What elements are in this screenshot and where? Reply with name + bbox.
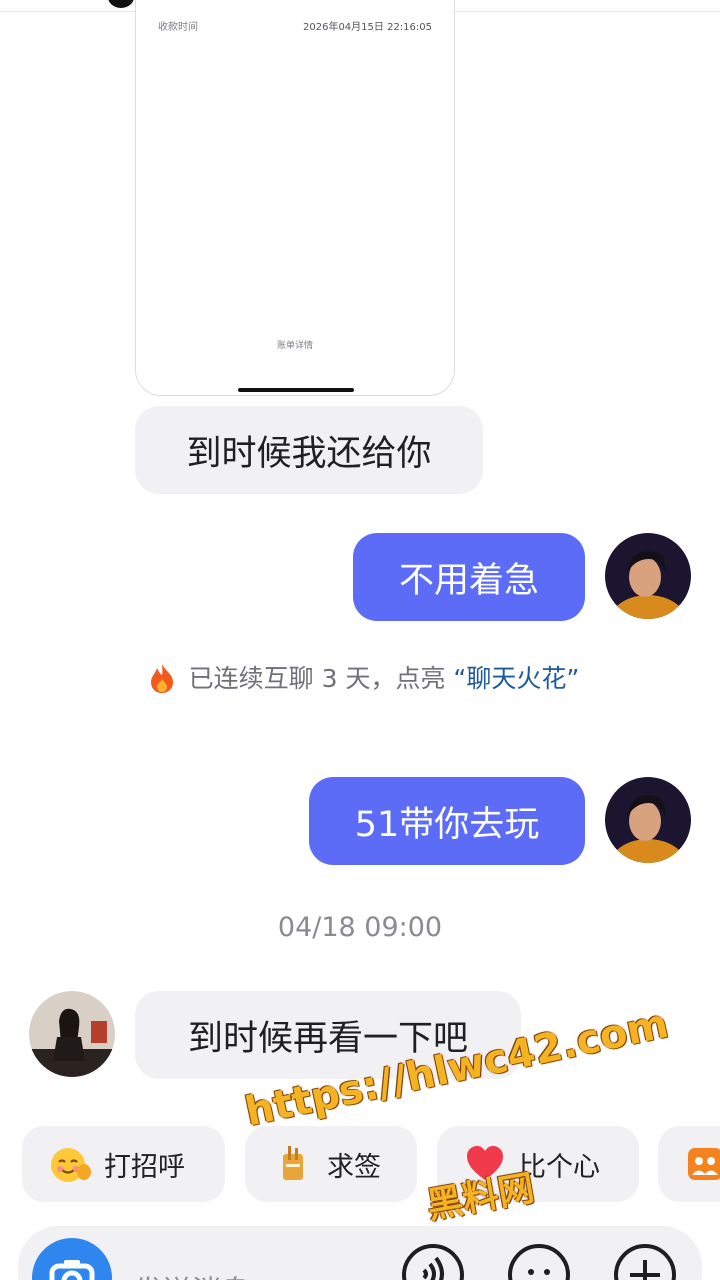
- nav-icon-fragment: [108, 0, 134, 8]
- chat-spark-link[interactable]: “聊天火花”: [453, 664, 579, 693]
- message-input-placeholder[interactable]: 发送消息: [134, 1268, 250, 1280]
- receipt-time-label: 收款时间: [158, 22, 198, 33]
- quick-reply-label: 打招呼: [104, 1151, 185, 1183]
- voice-button[interactable]: [402, 1244, 464, 1280]
- streak-text: 已连续互聊 3 天，点亮: [188, 664, 454, 693]
- fortune-icon: [283, 1146, 303, 1180]
- home-indicator-bar: [238, 388, 354, 392]
- emoji-icon: [528, 1269, 550, 1275]
- plus-icon: [630, 1260, 660, 1280]
- avatar-man-icon: [605, 533, 691, 619]
- voice-icon: [422, 1256, 444, 1280]
- quick-reply-fortune[interactable]: 求签: [245, 1126, 417, 1202]
- emoji-button[interactable]: [508, 1244, 570, 1280]
- flame-icon: [150, 664, 173, 693]
- chat-spark-notice: 已连续互聊 3 天，点亮 “聊天火花”: [134, 662, 594, 696]
- message-bubble-outgoing[interactable]: 51带你去玩: [309, 777, 585, 865]
- receipt-detail-link[interactable]: 账单详情: [136, 338, 454, 351]
- message-input-bar[interactable]: 发送消息: [18, 1226, 702, 1280]
- avatar-woman-icon: [29, 991, 115, 1077]
- payment-receipt-card[interactable]: 收款时间 2026年04月15日 22:16:05 账单详情: [135, 0, 455, 396]
- message-bubble-outgoing[interactable]: 不用着急: [353, 533, 585, 621]
- quick-reply-greet[interactable]: 打招呼: [22, 1126, 225, 1202]
- my-avatar[interactable]: [605, 777, 691, 863]
- message-timestamp: 04/18 09:00: [277, 912, 443, 943]
- camera-button[interactable]: [32, 1238, 112, 1280]
- message-bubble-incoming[interactable]: 到时候我还给你: [135, 406, 483, 494]
- more-button[interactable]: [614, 1244, 676, 1280]
- avatar-man-icon: [605, 777, 691, 863]
- group-icon: [688, 1148, 720, 1180]
- my-avatar[interactable]: [605, 533, 691, 619]
- quick-reply-label: 求签: [327, 1151, 381, 1183]
- camera-icon: [49, 1260, 95, 1280]
- quick-reply-group[interactable]: [658, 1126, 720, 1202]
- smile-wave-icon: [51, 1148, 91, 1182]
- contact-avatar[interactable]: [29, 991, 115, 1077]
- receipt-time-value: 2026年04月15日 22:16:05: [303, 22, 432, 33]
- receipt-time-row: 收款时间 2026年04月15日 22:16:05: [158, 18, 432, 33]
